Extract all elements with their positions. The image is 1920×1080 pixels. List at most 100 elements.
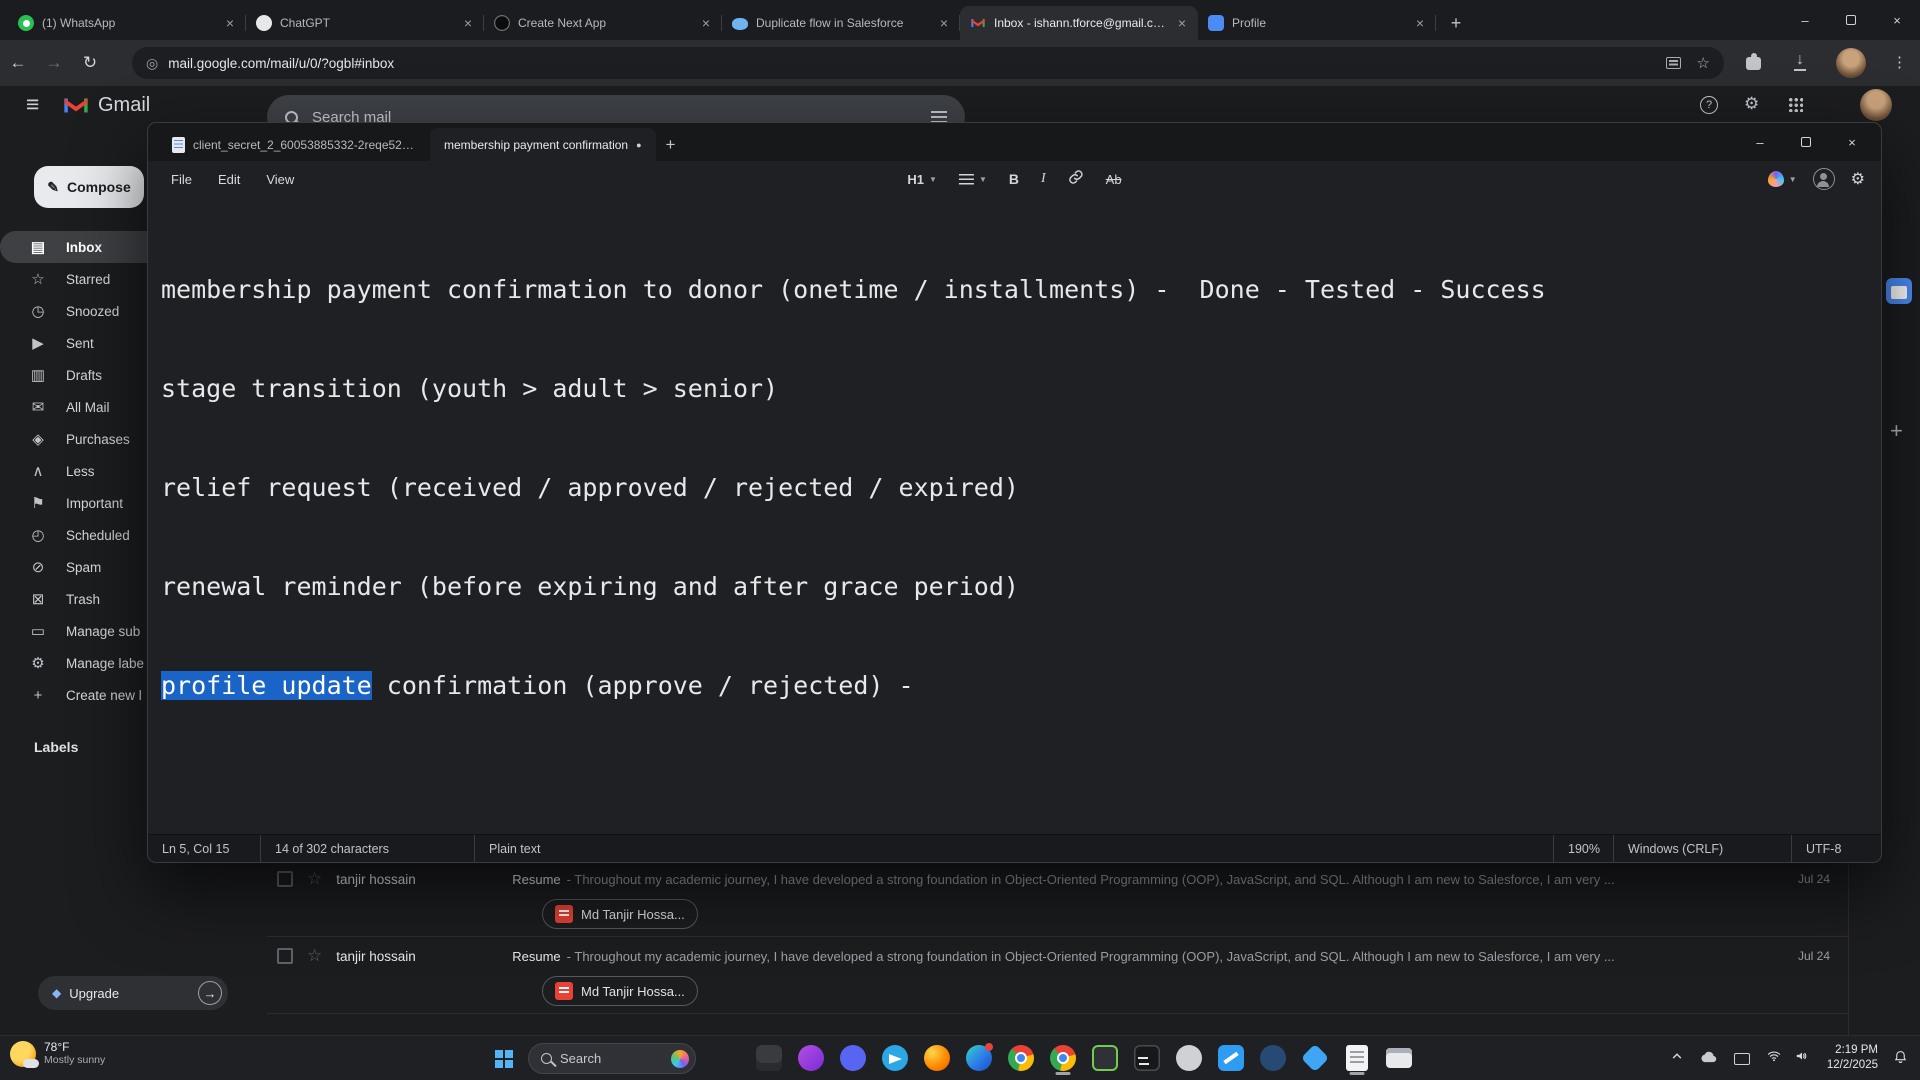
wifi-icon[interactable] [1766,1049,1782,1068]
browser-tab-chatgpt[interactable]: ChatGPT × [246,6,484,40]
google-apps-icon[interactable] [1788,97,1803,112]
italic-button[interactable]: I [1041,171,1046,187]
browser-tab-salesforce[interactable]: Duplicate flow in Salesforce × [722,6,960,40]
tab-close-icon[interactable]: × [1174,15,1190,31]
support-icon[interactable]: ? [1700,96,1718,114]
list-style-dropdown[interactable]: ▼ [959,174,987,185]
notepad-tab-client-secret[interactable]: client_secret_2_60053885332-2reqe52rribc [158,128,430,161]
taskbar-vscode[interactable] [1214,1040,1248,1076]
compose-button[interactable]: ✎ Compose [34,166,144,208]
taskbar-search[interactable]: Search [528,1043,696,1074]
notepad-close-button[interactable]: × [1829,123,1875,161]
email-star-icon[interactable]: ☆ [307,946,322,966]
email-star-icon[interactable]: ☆ [307,869,322,889]
taskbar-notepad[interactable] [1340,1040,1374,1076]
settings-gear-icon[interactable]: ⚙ [1744,94,1759,114]
email-row[interactable]: ☆ tanjir hossain Resume - Throughout my … [267,860,1848,937]
inbox-icon: ▤ [28,238,48,256]
upgrade-button[interactable]: ◆ Upgrade → [38,976,228,1010]
menu-edit[interactable]: Edit [205,168,253,191]
heading-style-dropdown[interactable]: H1▼ [907,172,937,187]
chevron-down-icon: ▼ [979,175,987,184]
browser-tab-next-app[interactable]: Create Next App × [484,6,722,40]
zoom-level[interactable]: 190% [1553,835,1613,862]
tab-close-icon[interactable]: × [460,15,476,31]
taskbar-edge[interactable] [962,1040,996,1076]
volume-icon[interactable] [1794,1049,1810,1068]
main-menu-icon[interactable]: ≡ [26,91,39,118]
browser-tab-whatsapp[interactable]: (1) WhatsApp × [8,6,246,40]
notepad-account-icon[interactable] [1813,168,1835,190]
browser-tab-profile[interactable]: Profile × [1198,6,1436,40]
language-keyboard-icon[interactable] [1734,1053,1750,1065]
extensions-icon[interactable] [1746,57,1761,70]
scheduled-icon: ◴ [28,526,48,544]
browser-menu-icon[interactable]: ⋮ [1892,53,1907,71]
back-button[interactable]: ← [0,53,36,73]
menu-file[interactable]: File [158,168,205,191]
taskbar-diagram-app[interactable] [1298,1040,1332,1076]
clear-formatting-button[interactable]: Ab [1106,172,1122,187]
notepad-toolbar-right: ▼ ⚙ [1768,161,1865,197]
attachment-chip[interactable]: Md Tanjir Hossa... [542,899,698,929]
taskbar-app-window[interactable] [752,1040,786,1076]
notepad-maximize-button[interactable] [1783,123,1829,161]
taskbar-files-app[interactable] [1382,1040,1416,1076]
taskbar-media-app[interactable] [794,1040,828,1076]
window-close-button[interactable]: × [1874,0,1920,40]
tab-close-icon[interactable]: × [698,15,714,31]
tab-close-icon[interactable]: × [936,15,952,31]
reload-button[interactable]: ↻ [72,53,108,73]
taskbar-firefox[interactable] [920,1040,954,1076]
attachment-chip[interactable]: Md Tanjir Hossa... [542,976,698,1006]
forward-button[interactable]: → [36,53,72,73]
line-ending: Windows (CRLF) [1613,835,1791,862]
unsaved-indicator: ● [636,140,641,150]
taskbar-clock[interactable]: 2:19 PM 12/2/2025 [1827,1043,1878,1073]
taskbar-people-app[interactable] [1172,1040,1206,1076]
notepad-menu-bar: File Edit View H1▼ ▼ B I Ab ▼ ⚙ [148,161,1881,197]
bookmark-star-icon[interactable]: ☆ [1697,54,1710,72]
start-button[interactable] [490,1045,518,1073]
browser-tab-gmail-inbox[interactable]: Inbox - ishann.tforce@gmail.co... × [960,6,1198,40]
weather-widget[interactable]: 78°F Mostly sunny [10,1041,105,1067]
add-panel-icon[interactable]: + [1890,418,1903,444]
email-row[interactable]: ☆ tanjir hossain Resume - Throughout my … [267,937,1848,1014]
taskbar-messenger[interactable] [836,1040,870,1076]
browser-profile-avatar[interactable] [1836,48,1866,78]
downloads-icon[interactable]: ↓ [1794,50,1806,71]
email-checkbox[interactable] [277,871,293,887]
reading-mode-icon[interactable] [1666,57,1681,69]
copilot-rewrite-button[interactable]: ▼ [1768,171,1797,187]
calendar-icon[interactable] [1886,278,1912,304]
search-icon [541,1053,552,1064]
menu-view[interactable]: View [253,168,307,191]
site-info-icon[interactable]: ◎ [146,55,158,72]
taskbar-telegram[interactable] [878,1040,912,1076]
notepad-new-tab-button[interactable]: + [656,128,686,161]
taskbar-terminal[interactable] [1130,1040,1164,1076]
tab-close-icon[interactable]: × [1412,15,1428,31]
notepad-settings-icon[interactable]: ⚙ [1851,169,1865,189]
window-maximize-button[interactable] [1828,0,1874,40]
email-checkbox[interactable] [277,948,293,964]
tab-close-icon[interactable]: × [222,15,238,31]
collapse-icon: ∧ [28,462,48,480]
address-bar[interactable]: ◎ mail.google.com/mail/u/0/?ogbl#inbox ☆ [132,47,1724,79]
onedrive-cloud-icon[interactable] [1701,1050,1718,1068]
link-button[interactable] [1068,169,1084,190]
notepad-tab-membership[interactable]: membership payment confirmation ● [430,128,656,161]
attachment-name: Md Tanjir Hossa... [581,907,685,922]
taskbar-pgadmin[interactable] [1256,1040,1290,1076]
hidden-icons-chevron[interactable] [1670,1049,1684,1068]
taskbar-chrome[interactable] [1004,1040,1038,1076]
window-minimize-button[interactable]: – [1782,0,1828,40]
notepad-minimize-button[interactable]: – [1737,123,1783,161]
account-avatar[interactable] [1860,89,1892,121]
notifications-bell-icon[interactable] [1893,1049,1908,1069]
taskbar-chrome-active[interactable] [1046,1040,1080,1076]
new-tab-button[interactable]: + [1442,9,1470,37]
bold-button[interactable]: B [1009,171,1019,187]
notepad-text-area[interactable]: membership payment confirmation to donor… [148,197,1881,834]
taskbar-notepad-plus-plus[interactable] [1088,1040,1122,1076]
